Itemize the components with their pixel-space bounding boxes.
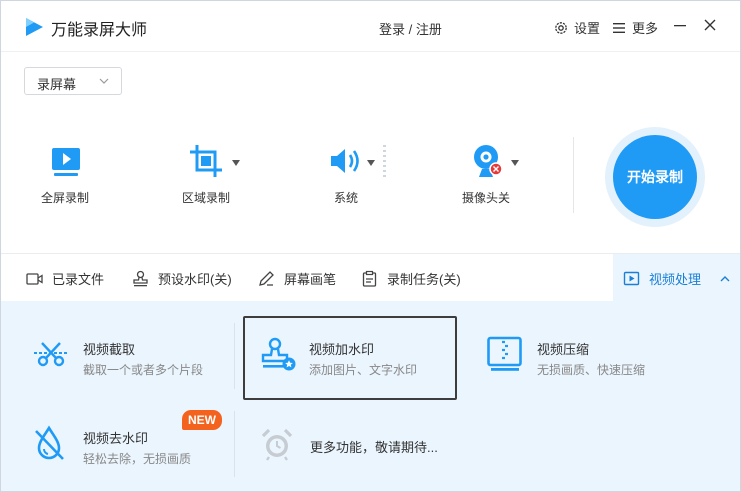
- webcam-off-icon: [474, 145, 503, 177]
- more-features-text: 更多功能，敬请期待...: [310, 440, 438, 455]
- preset-watermark-button[interactable]: 预设水印(关): [132, 269, 232, 288]
- system-audio-label: 系统: [333, 191, 358, 205]
- app-logo-icon: [26, 18, 43, 36]
- area-record-label: 区域录制: [182, 191, 231, 205]
- screen-pen-button[interactable]: 屏幕画笔: [258, 269, 336, 288]
- chevron-down-icon: [99, 78, 109, 84]
- chevron-up-icon[interactable]: [720, 275, 730, 283]
- app-title: 万能录屏大师: [51, 22, 148, 39]
- toolbar: 已录文件 预设水印(关) 屏幕画笔 录制任务(关) 视频处理: [1, 253, 740, 303]
- settings-button[interactable]: 设置: [553, 18, 600, 37]
- start-record-button[interactable]: 开始录制: [613, 135, 697, 219]
- video-cut-card[interactable]: 视频截取 截取一个或者多个片段: [33, 336, 223, 380]
- speaker-icon: [331, 149, 359, 173]
- webcam-option[interactable]: 摄像头关: [462, 141, 510, 206]
- video-watermark-title: 视频加水印: [309, 342, 375, 357]
- pen-icon: [259, 271, 274, 286]
- panel-divider: [234, 411, 235, 477]
- area-record-option[interactable]: 区域录制: [182, 141, 230, 206]
- audio-level-meter: [383, 145, 386, 179]
- water-drop-off-icon: [35, 425, 64, 460]
- watermark-stamp-icon: [261, 337, 296, 371]
- system-audio-option[interactable]: 系统: [326, 141, 366, 206]
- settings-label: 设置: [574, 21, 601, 36]
- scissors-icon: [34, 342, 69, 367]
- login-register-link[interactable]: 登录 / 注册: [379, 19, 442, 38]
- video-process-tab[interactable]: 视频处理: [613, 254, 740, 303]
- recorded-files-button[interactable]: 已录文件: [26, 269, 104, 288]
- new-badge: NEW: [182, 410, 222, 430]
- video-watermark-card[interactable]: 视频加水印 添加图片、文字水印: [259, 336, 449, 380]
- record-mode-select[interactable]: 录屏幕: [24, 67, 122, 95]
- video-process-button[interactable]: 视频处理: [623, 269, 701, 288]
- title-bar: 万能录屏大师 登录 / 注册 设置 更多: [1, 1, 740, 52]
- remove-watermark-desc: 轻松去除，无损画质: [83, 452, 192, 466]
- preset-watermark-label: 预设水印(关): [158, 272, 232, 287]
- stamp-icon: [133, 270, 148, 287]
- more-features-card: 更多功能，敬请期待...: [260, 427, 460, 463]
- divider: [573, 137, 574, 213]
- record-mode-value: 录屏幕: [37, 77, 77, 92]
- clipboard-icon: [362, 270, 377, 287]
- video-cut-desc: 截取一个或者多个片段: [83, 363, 204, 377]
- remove-watermark-title: 视频去水印: [83, 431, 149, 446]
- video-compress-card[interactable]: 视频压缩 无损画质、快速压缩: [487, 336, 677, 380]
- video-watermark-desc: 添加图片、文字水印: [309, 363, 418, 377]
- menu-icon: [613, 22, 625, 33]
- webcam-dropdown-caret-icon[interactable]: [511, 160, 519, 166]
- more-label: 更多: [632, 21, 659, 36]
- area-dropdown-caret-icon[interactable]: [232, 160, 240, 166]
- video-process-label: 视频处理: [649, 272, 702, 287]
- video-file-icon: [26, 273, 43, 285]
- recorded-files-label: 已录文件: [52, 272, 105, 287]
- fullscreen-record-label: 全屏录制: [41, 191, 90, 205]
- gear-icon: [555, 21, 567, 34]
- video-process-icon: [623, 271, 640, 286]
- compress-icon: [487, 336, 522, 371]
- remove-watermark-card[interactable]: 视频去水印 轻松去除，无损画质: [33, 425, 223, 469]
- screen-pen-label: 屏幕画笔: [284, 272, 337, 287]
- video-cut-title: 视频截取: [83, 342, 136, 357]
- video-compress-title: 视频压缩: [537, 342, 590, 357]
- alarm-clock-icon: [261, 428, 293, 461]
- panel-divider: [234, 323, 235, 389]
- record-task-button[interactable]: 录制任务(关): [361, 269, 461, 288]
- close-icon[interactable]: [702, 17, 718, 33]
- monitor-play-icon: [52, 148, 80, 176]
- app-window: 万能录屏大师 登录 / 注册 设置 更多 录屏幕 全屏录制 区域录制 系统 摄像…: [0, 0, 741, 492]
- fullscreen-record-option[interactable]: 全屏录制: [41, 141, 89, 206]
- webcam-label: 摄像头关: [462, 191, 511, 205]
- audio-dropdown-caret-icon[interactable]: [367, 160, 375, 166]
- minimize-icon[interactable]: [672, 17, 688, 33]
- crop-icon: [190, 145, 222, 177]
- more-button[interactable]: 更多: [611, 18, 658, 37]
- record-task-label: 录制任务(关): [387, 272, 461, 287]
- video-compress-desc: 无损画质、快速压缩: [537, 363, 646, 377]
